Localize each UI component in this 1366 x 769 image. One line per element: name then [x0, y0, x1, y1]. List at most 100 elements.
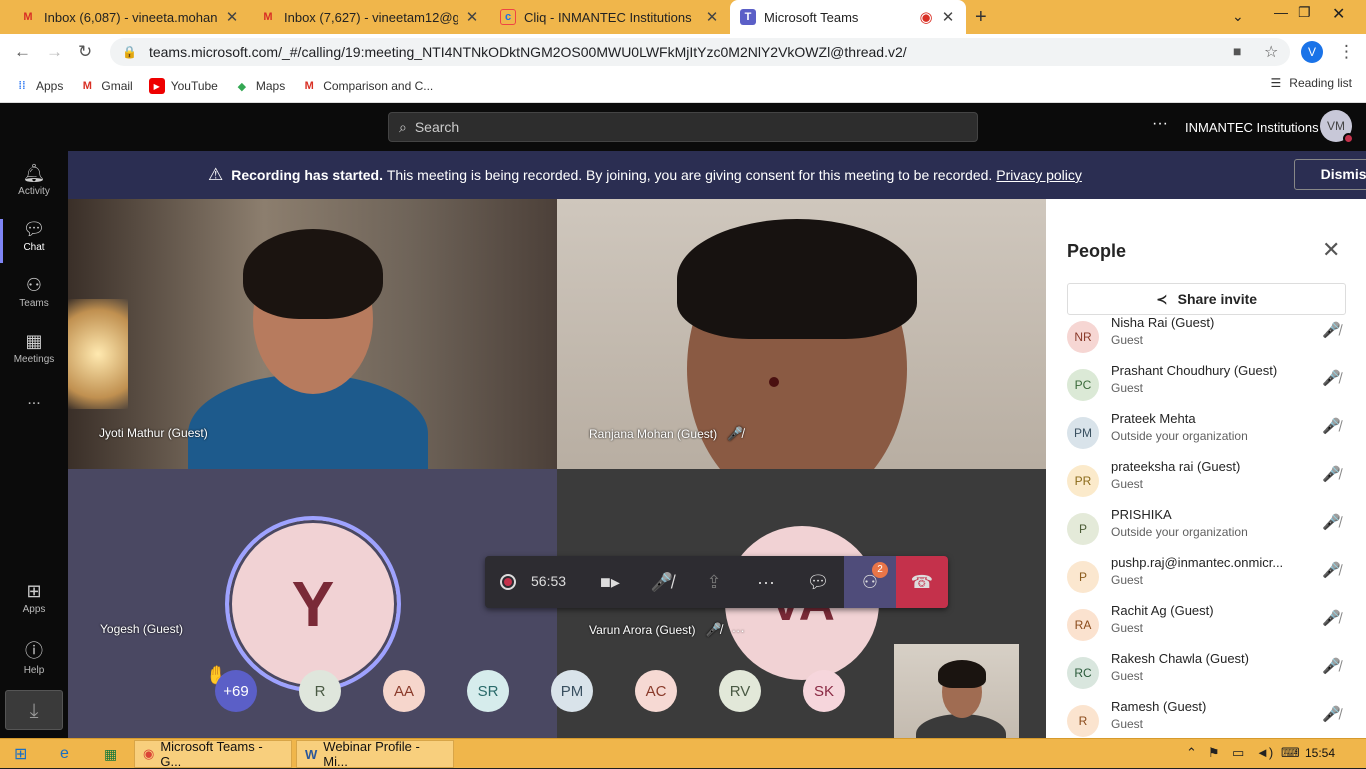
avatar: PM: [1067, 417, 1099, 449]
strip-avatar[interactable]: R: [299, 670, 341, 712]
reload-icon[interactable]: ↻: [78, 42, 92, 62]
list-item[interactable]: PM Prateek Mehta Outside your organizati…: [1046, 411, 1366, 459]
list-item[interactable]: P pushp.raj@inmantec.onmicr... Guest 🎤̸: [1046, 555, 1366, 603]
taskbar-clock[interactable]: 15:54: [1305, 746, 1335, 760]
panel-title: People: [1067, 241, 1127, 261]
more-options-icon[interactable]: ···: [1152, 115, 1168, 133]
video-tile-jyoti[interactable]: Jyoti Mathur (Guest): [68, 199, 557, 469]
bookmark-comparison[interactable]: M Comparison and C...: [301, 78, 434, 94]
language-icon[interactable]: ⌨: [1281, 745, 1300, 761]
start-button[interactable]: ⊞: [6, 740, 35, 768]
warning-icon: ⚠: [208, 165, 224, 184]
tray-chevron-icon[interactable]: ⌃: [1186, 745, 1197, 761]
volume-icon[interactable]: ◄): [1256, 745, 1273, 760]
reading-list-button[interactable]: ☰ Reading list: [1271, 76, 1352, 90]
hang-up-icon: ☎: [910, 571, 934, 592]
taskbar-app-word[interactable]: W Webinar Profile - Mi...: [296, 739, 454, 769]
apps-grid-icon: ⁞⁞: [18, 80, 26, 92]
participant-status: Guest: [1111, 333, 1144, 347]
share-invite-button[interactable]: ≺ Share invite: [1067, 283, 1346, 315]
show-conversation-button[interactable]: 💬︎: [792, 556, 844, 608]
more-actions-button[interactable]: ···: [740, 556, 792, 608]
privacy-policy-link[interactable]: Privacy policy: [996, 167, 1082, 183]
dismiss-button[interactable]: Dismiss: [1294, 159, 1366, 190]
maximize-button[interactable]: ❐: [1298, 4, 1311, 21]
strip-avatar[interactable]: AA: [383, 670, 425, 712]
avatar: P: [1067, 513, 1099, 545]
strip-avatar[interactable]: SK: [803, 670, 845, 712]
back-icon[interactable]: ←: [14, 42, 31, 62]
rail-meetings[interactable]: ▦ Meetings: [0, 331, 68, 365]
list-item[interactable]: P PRISHIKA Outside your organization 🎤̸: [1046, 507, 1366, 555]
bookmark-star-icon[interactable]: ☆: [1264, 42, 1278, 62]
tab-cliq[interactable]: c Cliq - INMANTEC Institutions ✕: [490, 0, 730, 34]
user-avatar[interactable]: VM: [1320, 110, 1354, 144]
person-hair: [243, 229, 383, 319]
tab-gmail-1[interactable]: M Inbox (6,087) - vineeta.mohan@in ✕: [10, 0, 250, 34]
rail-more[interactable]: ...: [0, 391, 68, 409]
excel-taskbar-icon[interactable]: ▦: [96, 740, 125, 768]
close-window-button[interactable]: ✕: [1332, 4, 1345, 24]
taskbar-app-teams[interactable]: ◉ Microsoft Teams - G...: [134, 739, 292, 769]
strip-avatar[interactable]: RV: [719, 670, 761, 712]
participant-status: Outside your organization: [1111, 525, 1248, 539]
list-item[interactable]: RA Rachit Ag (Guest) Guest 🎤̸: [1046, 603, 1366, 651]
browser-profile-avatar[interactable]: V: [1301, 41, 1323, 63]
avatar: PR: [1067, 465, 1099, 497]
url-field[interactable]: 🔒 teams.microsoft.com/_#/calling/19:meet…: [110, 38, 1290, 66]
ie-taskbar-icon[interactable]: e: [52, 740, 77, 768]
strip-avatar[interactable]: AC: [635, 670, 677, 712]
close-icon[interactable]: ✕: [1322, 237, 1340, 263]
overflow-participants-button[interactable]: +69: [215, 670, 257, 712]
rail-activity[interactable]: 🔔︎ Activity: [0, 163, 68, 197]
close-tab-icon[interactable]: ✕: [704, 8, 720, 26]
rail-help[interactable]: ⓘ Help: [0, 637, 68, 676]
bookmark-youtube[interactable]: ▶ YouTube: [148, 78, 218, 94]
participants-badge: 2: [872, 562, 888, 578]
bookmark-maps[interactable]: ◆ Maps: [234, 78, 286, 94]
more-options-icon[interactable]: ···: [732, 623, 745, 638]
participant-name: PRISHIKA: [1111, 507, 1172, 522]
mic-toggle-button[interactable]: 🎤̸: [636, 556, 688, 608]
minimize-button[interactable]: —: [1274, 4, 1288, 20]
share-screen-button[interactable]: ⇪: [688, 556, 740, 608]
chrome-menu-icon[interactable]: ⋮: [1338, 42, 1355, 62]
leave-call-button[interactable]: ☎: [896, 556, 948, 608]
bookmark-apps[interactable]: ⁞⁞ Apps: [14, 78, 63, 94]
camera-toggle-button[interactable]: ■▸: [584, 556, 636, 608]
list-item[interactable]: R Ramesh (Guest) Guest 🎤̸: [1046, 699, 1366, 738]
list-item[interactable]: RC Rakesh Chawla (Guest) Guest 🎤̸: [1046, 651, 1366, 699]
new-tab-button[interactable]: +: [975, 6, 987, 29]
list-item[interactable]: NR Nisha Rai (Guest) Guest 🎤̸: [1046, 315, 1366, 363]
close-tab-icon[interactable]: ✕: [464, 8, 480, 26]
download-button[interactable]: ⤓: [5, 690, 63, 730]
teams-icon: ⚇: [25, 275, 43, 295]
flag-icon[interactable]: ⚑: [1208, 745, 1220, 761]
strip-avatar[interactable]: PM: [551, 670, 593, 712]
tab-search-icon[interactable]: ⌄: [1232, 8, 1244, 25]
network-icon[interactable]: ▭: [1232, 745, 1244, 761]
close-tab-icon[interactable]: ✕: [940, 8, 956, 26]
search-input[interactable]: ⌕ Search: [388, 112, 978, 142]
self-video-preview[interactable]: [894, 644, 1019, 738]
bookmark-gmail[interactable]: M Gmail: [79, 78, 133, 94]
share-tray-icon: ⇪: [706, 571, 722, 592]
rail-chat[interactable]: 💬︎ Chat: [0, 219, 68, 263]
close-tab-icon[interactable]: ✕: [224, 8, 240, 26]
video-tile-ranjana[interactable]: Ranjana Mohan (Guest) 🎤̸: [557, 199, 1046, 469]
tab-microsoft-teams[interactable]: T Microsoft Teams ◉ ✕: [730, 0, 966, 34]
tab-gmail-2[interactable]: M Inbox (7,627) - vineetam12@gma ✕: [250, 0, 490, 34]
list-item[interactable]: PC Prashant Choudhury (Guest) Guest 🎤̸: [1046, 363, 1366, 411]
participant-list: NR Nisha Rai (Guest) Guest 🎤̸ PC Prashan…: [1046, 315, 1366, 738]
list-item[interactable]: PR prateeksha rai (Guest) Guest 🎤̸: [1046, 459, 1366, 507]
camera-icon[interactable]: ■: [1233, 43, 1241, 59]
rail-teams[interactable]: ⚇ Teams: [0, 275, 68, 309]
teams-icon: T: [740, 9, 756, 25]
rail-apps[interactable]: ⊞ Apps: [0, 581, 68, 615]
forward-icon[interactable]: →: [46, 42, 63, 62]
show-participants-button[interactable]: ⚇ 2: [844, 556, 896, 608]
banner-text: This meeting is being recorded. By joini…: [386, 167, 993, 183]
strip-avatar[interactable]: SR: [467, 670, 509, 712]
lock-icon: 🔒: [122, 45, 137, 59]
app-rail: 🔔︎ Activity 💬︎ Chat ⚇ Teams ▦ Meetings .…: [0, 151, 68, 738]
